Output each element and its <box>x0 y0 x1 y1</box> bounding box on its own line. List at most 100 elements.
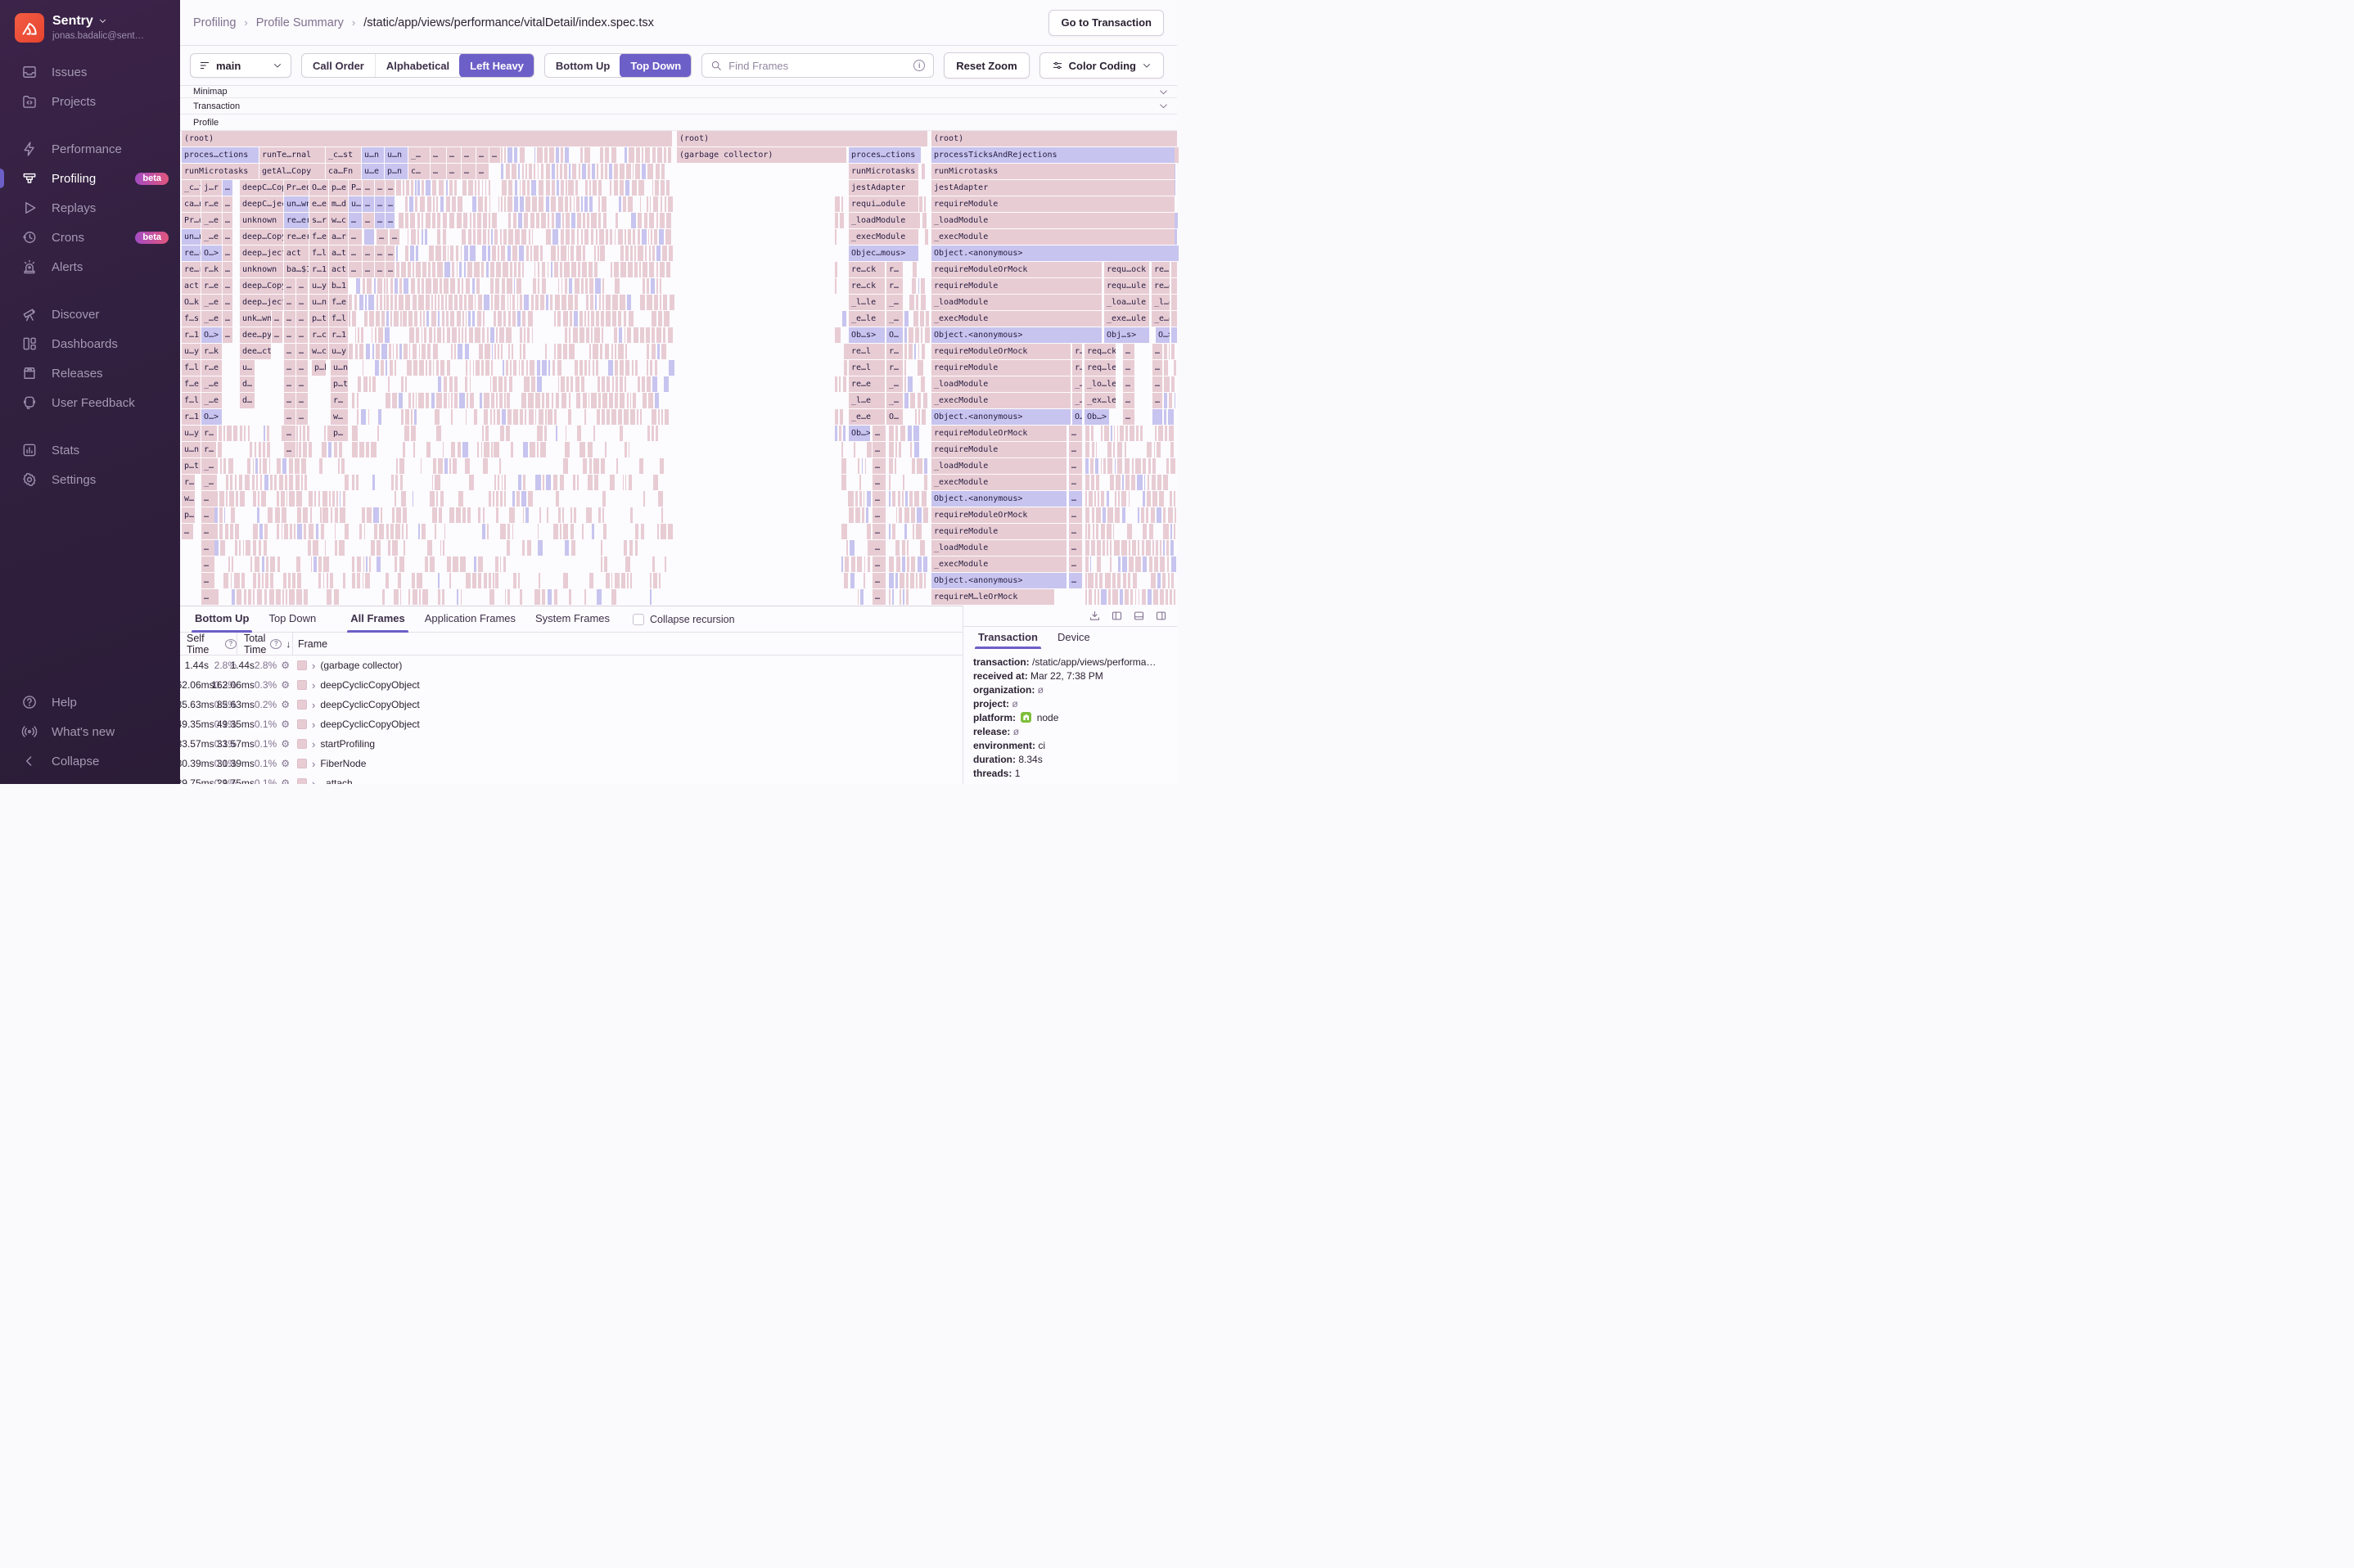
flame-frame[interactable]: … <box>476 147 489 163</box>
col-frame[interactable]: Frame <box>292 633 963 655</box>
flame-frame[interactable]: O… <box>1072 409 1082 425</box>
flame-frame[interactable]: requireModule <box>931 360 1071 376</box>
col-self-time[interactable]: Self Time? <box>180 633 237 656</box>
flame-frame[interactable]: _e…le <box>849 311 885 327</box>
flame-frame[interactable]: … <box>462 164 476 179</box>
flame-frame[interactable]: re…l <box>849 344 885 359</box>
flame-frame[interactable]: … <box>873 442 886 457</box>
direction-top-down[interactable]: Top Down <box>620 54 692 77</box>
flame-frame[interactable]: … <box>1123 409 1134 425</box>
flame-frame[interactable]: f…e <box>309 229 328 245</box>
flame-frame[interactable]: _exe…ule <box>1104 311 1149 327</box>
flame-frame[interactable]: … <box>386 213 395 228</box>
flame-frame[interactable]: … <box>1123 344 1134 359</box>
expand-chevron-icon[interactable]: › <box>312 660 315 672</box>
flame-frame[interactable]: p… <box>182 507 195 523</box>
checkbox-box[interactable] <box>633 613 645 625</box>
flame-frame[interactable]: … <box>363 246 374 261</box>
flame-frame[interactable]: act <box>182 278 201 294</box>
flame-frame[interactable]: r…c <box>309 327 328 343</box>
col-total-time[interactable]: Total Time? ↓ <box>237 633 292 656</box>
flame-frame[interactable]: p…t <box>309 311 328 327</box>
expand-chevron-icon[interactable]: › <box>312 699 315 711</box>
flame-frame[interactable]: r…e <box>201 196 222 212</box>
flame-frame[interactable]: _execModule <box>931 556 1067 572</box>
chevron-down-icon[interactable] <box>1158 87 1169 97</box>
flame-frame[interactable]: getAl…Copy <box>259 164 325 179</box>
flame-frame[interactable]: requireModule <box>931 196 1175 212</box>
flame-frame[interactable]: re…l <box>849 360 885 376</box>
flame-frame[interactable]: s…r <box>309 213 328 228</box>
flame-frame[interactable]: O… <box>886 409 903 425</box>
flame-frame[interactable]: unknown <box>240 213 283 228</box>
flame-frame[interactable]: runTe…rnal <box>259 147 325 163</box>
org-header[interactable]: Sentry jonas.badalic@sent… <box>0 0 180 51</box>
flame-frame[interactable]: … <box>375 246 385 261</box>
flame-frame[interactable]: … <box>272 327 282 343</box>
flame-frame[interactable]: … <box>223 295 232 310</box>
flame-frame[interactable]: d… <box>240 393 255 408</box>
flame-frame[interactable]: requireModuleOrMock <box>931 262 1102 277</box>
flame-frame[interactable]: deep…ject <box>240 246 283 261</box>
flame-frame[interactable]: … <box>223 327 232 343</box>
sorting-call-order[interactable]: Call Order <box>302 54 375 77</box>
flame-frame[interactable]: _… <box>886 295 903 310</box>
sidebar-item-dashboards[interactable]: Dashboards <box>0 329 180 358</box>
flame-frame[interactable]: O…> <box>1156 327 1170 343</box>
flame-frame[interactable]: … <box>201 540 214 556</box>
flame-frame[interactable]: requ…ule <box>1104 278 1149 294</box>
flame-frame[interactable]: ca…n <box>182 196 201 212</box>
flame-frame[interactable]: … <box>1152 376 1162 392</box>
flame-frame[interactable] <box>364 229 374 245</box>
flame-frame[interactable]: re…r <box>182 246 201 261</box>
flame-frame[interactable]: Pr…ed <box>284 180 309 196</box>
flame-frame[interactable]: _… <box>886 376 903 392</box>
flame-frame[interactable]: r…1 <box>329 327 348 343</box>
flame-frame[interactable]: runMicrotasks <box>182 164 259 179</box>
flame-frame[interactable]: _lo…le <box>1085 376 1116 392</box>
flame-frame[interactable]: … <box>284 393 295 408</box>
flame-frame[interactable]: re…ck <box>849 262 885 277</box>
flame-frame[interactable]: re…ck <box>849 278 885 294</box>
frame-settings-gear-icon[interactable]: ⚙ <box>281 699 290 710</box>
flame-frame[interactable]: _loadModule <box>931 376 1071 392</box>
flame-frame[interactable]: r… <box>182 475 195 490</box>
direction-bottom-up[interactable]: Bottom Up <box>545 54 620 77</box>
flame-frame[interactable]: … <box>1069 475 1082 490</box>
flame-frame[interactable]: u…y <box>329 344 348 359</box>
flame-frame[interactable]: … <box>1069 491 1082 507</box>
flame-frame[interactable]: … <box>1069 458 1082 474</box>
flame-frame[interactable]: … <box>223 229 232 245</box>
flame-frame[interactable]: r…1 <box>309 262 328 277</box>
flame-frame[interactable]: O…> <box>201 246 222 261</box>
go-to-transaction-button[interactable]: Go to Transaction <box>1048 9 1164 36</box>
frame-settings-gear-icon[interactable]: ⚙ <box>281 719 290 730</box>
flame-frame[interactable]: _loadModule <box>931 213 1175 228</box>
flame-frame[interactable]: f…l <box>182 360 201 376</box>
flame-frame[interactable]: … <box>223 278 232 294</box>
sidebar-item-releases[interactable]: Releases <box>0 358 180 388</box>
flame-frame[interactable]: Ob…> <box>849 426 870 441</box>
frame-name[interactable]: deepCyclicCopyObject <box>320 679 419 691</box>
flame-frame[interactable]: … <box>873 556 886 572</box>
flame-frame[interactable]: … <box>296 295 308 310</box>
flame-frame[interactable]: … <box>363 180 374 196</box>
sidebar-item-profiling[interactable]: Profiling beta <box>0 164 180 193</box>
sidebar-item-alerts[interactable]: Alerts <box>0 252 180 282</box>
flame-frame[interactable]: Objec…mous> <box>849 246 918 261</box>
sidebar-item-collapse[interactable]: Collapse <box>0 746 180 776</box>
flame-frame[interactable]: … <box>386 246 395 261</box>
tab-system-frames[interactable]: System Frames <box>527 606 618 633</box>
flame-frame[interactable]: w…c <box>309 344 328 359</box>
flame-frame[interactable]: w…c <box>329 213 348 228</box>
flame-frame[interactable]: re…r <box>182 262 201 277</box>
frame-name[interactable]: FiberNode <box>320 758 366 769</box>
flame-frame[interactable]: dee…py <box>240 327 271 343</box>
flame-frame[interactable]: … <box>431 147 446 163</box>
flame-frame[interactable]: _… <box>408 147 430 163</box>
flame-frame[interactable]: … <box>272 311 282 327</box>
flame-frame[interactable]: p…t <box>331 376 348 392</box>
sidebar-item-crons[interactable]: Crons beta <box>0 223 180 252</box>
flame-frame[interactable]: … <box>476 164 489 179</box>
export-download-icon[interactable] <box>1089 610 1101 622</box>
